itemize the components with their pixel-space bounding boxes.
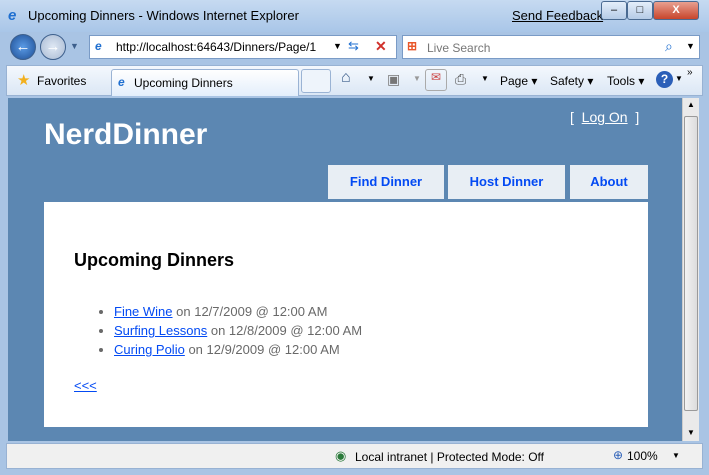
dinner-list: Fine Wine on 12/7/2009 @ 12:00 AM Surfin… [114, 302, 362, 359]
page-menu-label: Page [500, 74, 529, 88]
logon-link[interactable]: Log On [582, 109, 628, 125]
site-logo[interactable]: NerdDinner [44, 118, 207, 152]
history-dropdown-icon[interactable]: ▼ [70, 41, 79, 51]
list-item: Fine Wine on 12/7/2009 @ 12:00 AM [114, 302, 362, 321]
page-menu[interactable]: Page ▾ [500, 74, 537, 88]
status-bar: ◉ Local intranet | Protected Mode: Off ⊕… [6, 443, 703, 469]
scroll-thumb[interactable] [684, 116, 698, 411]
close-button[interactable]: X [653, 1, 699, 20]
print-dropdown-icon[interactable]: ▼ [481, 74, 489, 83]
logon-area: [ Log On ] [570, 109, 639, 125]
search-box[interactable]: ⊞ Live Search ⌕ ▼ [402, 35, 700, 59]
ie-icon: e [8, 7, 17, 24]
refresh-icon[interactable]: ⇆ [348, 38, 359, 54]
favorites-button[interactable]: Favorites [37, 74, 86, 88]
window-title: Upcoming Dinners - Windows Internet Expl… [28, 8, 299, 23]
minimize-button[interactable]: – [601, 1, 627, 20]
web-page: NerdDinner [ Log On ] Find Dinner Host D… [8, 98, 682, 441]
bracket-open: [ [570, 109, 574, 125]
new-tab-button[interactable] [301, 69, 331, 93]
address-bar[interactable]: e http://localhost:64643/Dinners/Page/1 … [89, 35, 397, 59]
list-item: Surfing Lessons on 12/8/2009 @ 12:00 AM [114, 321, 362, 340]
title-bar: e Upcoming Dinners - Windows Internet Ex… [0, 0, 709, 32]
search-icon[interactable]: ⌕ [665, 38, 673, 55]
feeds-icon[interactable]: ▣ [387, 71, 400, 88]
zoom-icon: ⊕ [613, 448, 624, 462]
send-feedback-link[interactable]: Send Feedback [512, 8, 603, 23]
scroll-down-icon[interactable]: ▼ [687, 428, 695, 437]
search-dropdown-icon[interactable]: ▼ [686, 41, 695, 51]
previous-page-link[interactable]: <<< [74, 378, 97, 393]
dinner-date: on 12/9/2009 @ 12:00 AM [184, 342, 340, 357]
tab-find-dinner[interactable]: Find Dinner [328, 165, 444, 199]
dinner-date: on 12/7/2009 @ 12:00 AM [172, 304, 328, 319]
live-search-logo-icon: ⊞ [407, 39, 418, 53]
help-dropdown-icon[interactable]: ▼ [675, 74, 683, 83]
dinner-link[interactable]: Surfing Lessons [114, 323, 207, 338]
tab-host-dinner[interactable]: Host Dinner [448, 165, 565, 199]
print-icon[interactable]: ⎙ [455, 71, 466, 88]
tools-menu[interactable]: Tools ▾ [607, 74, 644, 88]
browser-tab[interactable]: e Upcoming Dinners [111, 69, 299, 96]
zoom-level[interactable]: 100% [627, 449, 658, 463]
favorites-star-icon: ★ [17, 72, 31, 89]
home-dropdown-icon[interactable]: ▼ [367, 74, 375, 83]
help-icon[interactable]: ? [656, 71, 673, 88]
url-input[interactable]: http://localhost:64643/Dinners/Page/1 [116, 40, 316, 54]
tab-ie-icon: e [118, 75, 125, 89]
vertical-scrollbar[interactable]: ▲ ▼ [682, 98, 699, 441]
dinner-date: on 12/8/2009 @ 12:00 AM [207, 323, 363, 338]
tools-menu-label: Tools [607, 74, 636, 88]
scroll-up-icon[interactable]: ▲ [687, 100, 695, 109]
forward-button[interactable]: → [40, 34, 66, 60]
feeds-dropdown-icon[interactable]: ▼ [413, 74, 421, 83]
chevron-more-icon[interactable]: » [687, 67, 693, 78]
maximize-button[interactable]: □ [627, 1, 653, 20]
back-button[interactable]: ← [10, 34, 36, 60]
command-bar: ★ Favorites e Upcoming Dinners ⌂ ▼ ▣ ▼ ✉… [6, 65, 703, 96]
safety-menu[interactable]: Safety ▾ [550, 74, 593, 88]
safety-menu-label: Safety [550, 74, 585, 88]
bracket-close: ] [635, 109, 640, 125]
stop-icon[interactable]: ✕ [375, 38, 387, 55]
page-heading: Upcoming Dinners [74, 250, 235, 270]
search-input[interactable]: Live Search [427, 41, 490, 55]
address-dropdown-icon[interactable]: ▼ [333, 41, 342, 51]
tab-title: Upcoming Dinners [134, 76, 233, 90]
list-item: Curing Polio on 12/9/2009 @ 12:00 AM [114, 340, 362, 359]
read-mail-icon[interactable]: ✉ [425, 69, 447, 91]
intranet-globe-icon: ◉ [335, 448, 347, 463]
tab-about[interactable]: About [570, 165, 648, 199]
page-icon: e [95, 39, 102, 53]
dinner-link[interactable]: Fine Wine [114, 304, 173, 319]
home-icon[interactable]: ⌂ [341, 69, 351, 87]
security-zone[interactable]: Local intranet | Protected Mode: Off [355, 450, 544, 464]
dinner-link[interactable]: Curing Polio [114, 342, 185, 357]
zoom-dropdown-icon[interactable]: ▼ [672, 451, 680, 460]
main-content: Upcoming Dinners Fine Wine on 12/7/2009 … [44, 202, 648, 427]
